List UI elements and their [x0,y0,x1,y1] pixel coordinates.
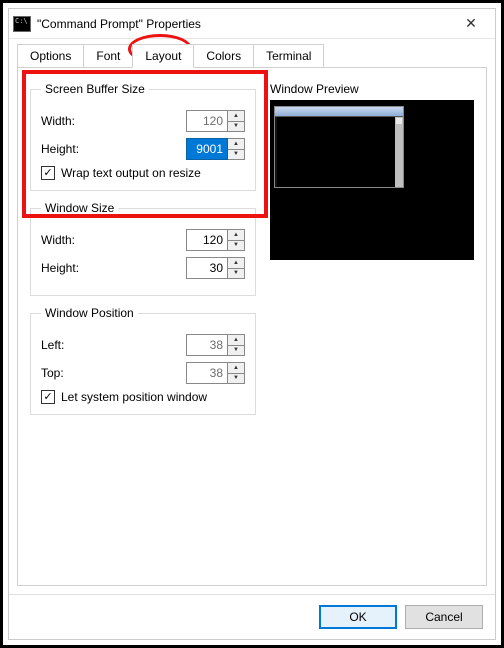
tabstrip: Options Font Layout Colors Terminal [9,39,495,67]
spin-up-icon: ▲ [228,335,244,345]
spin-up-icon[interactable]: ▲ [228,230,244,240]
spin-down-icon[interactable]: ▼ [228,240,244,251]
winpos-top-input [186,362,228,384]
legend-winsize: Window Size [41,201,118,215]
spin-up-icon[interactable]: ▲ [228,139,244,149]
spin-down-icon[interactable]: ▼ [228,268,244,279]
winsize-height-input[interactable] [186,257,228,279]
autopos-checkbox[interactable]: ✓ Let system position window [41,390,245,404]
buffer-height-spinner[interactable]: ▲▼ [186,138,245,160]
label-winpos-top: Top: [41,366,121,380]
spin-down-icon: ▼ [228,345,244,356]
tab-terminal[interactable]: Terminal [253,44,324,68]
preview-mini-scrollbar [395,117,403,187]
wrap-label: Wrap text output on resize [61,166,201,180]
preview-mini-titlebar [275,107,403,117]
winpos-left-input [186,334,228,356]
spin-up-icon[interactable]: ▲ [228,111,244,121]
label-winsize-height: Height: [41,261,121,275]
spin-up-icon: ▲ [228,363,244,373]
label-winpos-left: Left: [41,338,121,352]
spin-down-icon: ▼ [228,373,244,384]
winpos-left-spinner[interactable]: ▲▼ [186,334,245,356]
spin-down-icon[interactable]: ▼ [228,121,244,132]
checkmark-icon: ✓ [41,166,55,180]
winsize-width-input[interactable] [186,229,228,251]
buffer-width-input[interactable] [186,110,228,132]
tab-options[interactable]: Options [17,44,84,68]
group-window-position: Window Position Left: ▲▼ Top: ▲▼ [30,306,256,415]
ok-button[interactable]: OK [319,605,397,629]
group-window-size: Window Size Width: ▲▼ Height: ▲▼ [30,201,256,296]
legend-winpos: Window Position [41,306,138,320]
label-buffer-width: Width: [41,114,121,128]
window-title: "Command Prompt" Properties [37,17,451,31]
legend-buffer: Screen Buffer Size [41,82,149,96]
button-bar: OK Cancel [9,594,495,639]
label-winsize-width: Width: [41,233,121,247]
preview-label: Window Preview [270,82,474,96]
buffer-width-spinner[interactable]: ▲▼ [186,110,245,132]
close-button[interactable]: ✕ [451,10,491,38]
buffer-height-input[interactable] [186,138,228,160]
preview-mini-window [274,106,404,188]
winsize-width-spinner[interactable]: ▲▼ [186,229,245,251]
checkmark-icon: ✓ [41,390,55,404]
winsize-height-spinner[interactable]: ▲▼ [186,257,245,279]
wrap-checkbox[interactable]: ✓ Wrap text output on resize [41,166,245,180]
group-screen-buffer: Screen Buffer Size Width: ▲▼ Height: ▲▼ [30,82,256,191]
tab-font[interactable]: Font [83,44,133,68]
cancel-button[interactable]: Cancel [405,605,483,629]
tab-layout[interactable]: Layout [132,44,194,68]
tab-colors[interactable]: Colors [193,44,254,68]
autopos-label: Let system position window [61,390,207,404]
winpos-top-spinner[interactable]: ▲▼ [186,362,245,384]
layout-panel: Screen Buffer Size Width: ▲▼ Height: ▲▼ [17,67,487,586]
spin-up-icon[interactable]: ▲ [228,258,244,268]
label-buffer-height: Height: [41,142,121,156]
cmd-icon [13,16,31,32]
spin-down-icon[interactable]: ▼ [228,149,244,160]
window-preview [270,100,474,260]
titlebar: "Command Prompt" Properties ✕ [9,9,495,39]
